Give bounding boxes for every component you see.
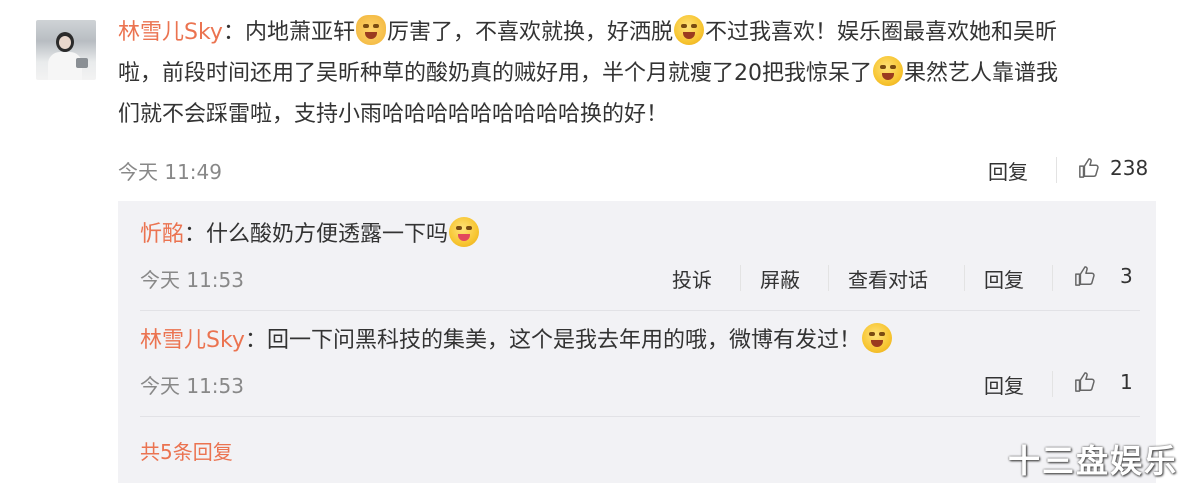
main-comment-text: 林雪儿Sky：内地萧亚轩 厉害了，不喜欢就换，好洒脱 不过我喜欢！娱乐圈最喜欢她和吴… <box>118 12 1158 135</box>
separator: ： <box>222 20 245 45</box>
view-conversation-button[interactable]: 查看对话 <box>848 264 928 293</box>
divider <box>140 310 1140 311</box>
reply-text: 忻酩：什么酸奶方便透露一下吗 <box>140 214 480 255</box>
reply-author-link[interactable]: 忻酩 <box>140 222 184 247</box>
avatar-face <box>59 36 71 49</box>
laugh-cry-emoji-icon <box>674 15 704 45</box>
more-replies-link[interactable]: 共5条回复 <box>140 436 233 465</box>
separator: ： <box>184 222 207 247</box>
reply-text-segment: 回一下问黑科技的集美，这个是我去年用的哦，微博有发过！ <box>266 328 861 353</box>
reply-text: 林雪儿Sky：回一下问黑科技的集美，这个是我去年用的哦，微博有发过！ <box>140 320 893 361</box>
divider <box>1052 265 1053 291</box>
thumbs-up-icon <box>1074 371 1096 393</box>
divider <box>828 265 829 291</box>
thumbs-up-icon <box>1074 265 1096 287</box>
cat-face-emoji-icon <box>355 15 386 45</box>
reply-time: 今天 11:53 <box>140 268 244 292</box>
reply-button[interactable]: 回复 <box>988 156 1028 185</box>
comment-text-segment: 不过我喜欢！娱乐圈最喜欢她和吴昕 <box>705 20 1058 45</box>
watermark-text: 十三盘娱乐 <box>1007 442 1178 480</box>
like-button[interactable]: 3 <box>1074 264 1133 288</box>
divider <box>740 265 741 291</box>
comment-text-segment: 们就不会踩雷啦，支持小雨哈哈哈哈哈哈哈哈哈换的好！ <box>118 102 669 127</box>
avatar[interactable] <box>36 20 96 80</box>
block-button[interactable]: 屏蔽 <box>760 264 800 293</box>
like-button[interactable]: 238 <box>1078 156 1148 180</box>
laugh-cry-emoji-icon <box>873 56 903 86</box>
separator: ： <box>244 328 267 353</box>
tongue-out-emoji-icon <box>449 217 480 247</box>
comment-text-segment: 厉害了，不喜欢就换，好洒脱 <box>386 20 673 45</box>
thumbs-up-icon <box>1078 157 1100 179</box>
comment-author-link[interactable]: 林雪儿Sky <box>118 20 223 45</box>
like-count: 238 <box>1110 156 1149 180</box>
like-count: 3 <box>1120 264 1133 288</box>
comment-text-segment: 啦，前段时间还用了吴昕种草的酸奶真的贼好用，半个月就瘦了20把我惊呆了 <box>118 61 872 86</box>
divider <box>964 265 965 291</box>
reply-button[interactable]: 回复 <box>984 264 1024 293</box>
divider <box>1052 371 1053 397</box>
comment-text-segment: 内地萧亚轩 <box>244 20 355 45</box>
divider <box>140 416 1140 417</box>
like-count: 1 <box>1120 370 1133 394</box>
comment-text-segment: 果然艺人靠谱我 <box>904 61 1059 86</box>
report-button[interactable]: 投诉 <box>672 264 712 293</box>
reply-text-segment: 什么酸奶方便透露一下吗 <box>206 222 449 247</box>
laugh-cry-emoji-icon <box>861 323 892 353</box>
comment-time: 今天 11:49 <box>118 160 222 184</box>
reply-time: 今天 11:53 <box>140 374 244 398</box>
reply-author-link[interactable]: 林雪儿Sky <box>140 328 245 353</box>
like-button[interactable]: 1 <box>1074 370 1133 394</box>
reply-button[interactable]: 回复 <box>984 370 1024 399</box>
avatar-bag <box>76 58 88 68</box>
divider <box>1056 157 1057 183</box>
